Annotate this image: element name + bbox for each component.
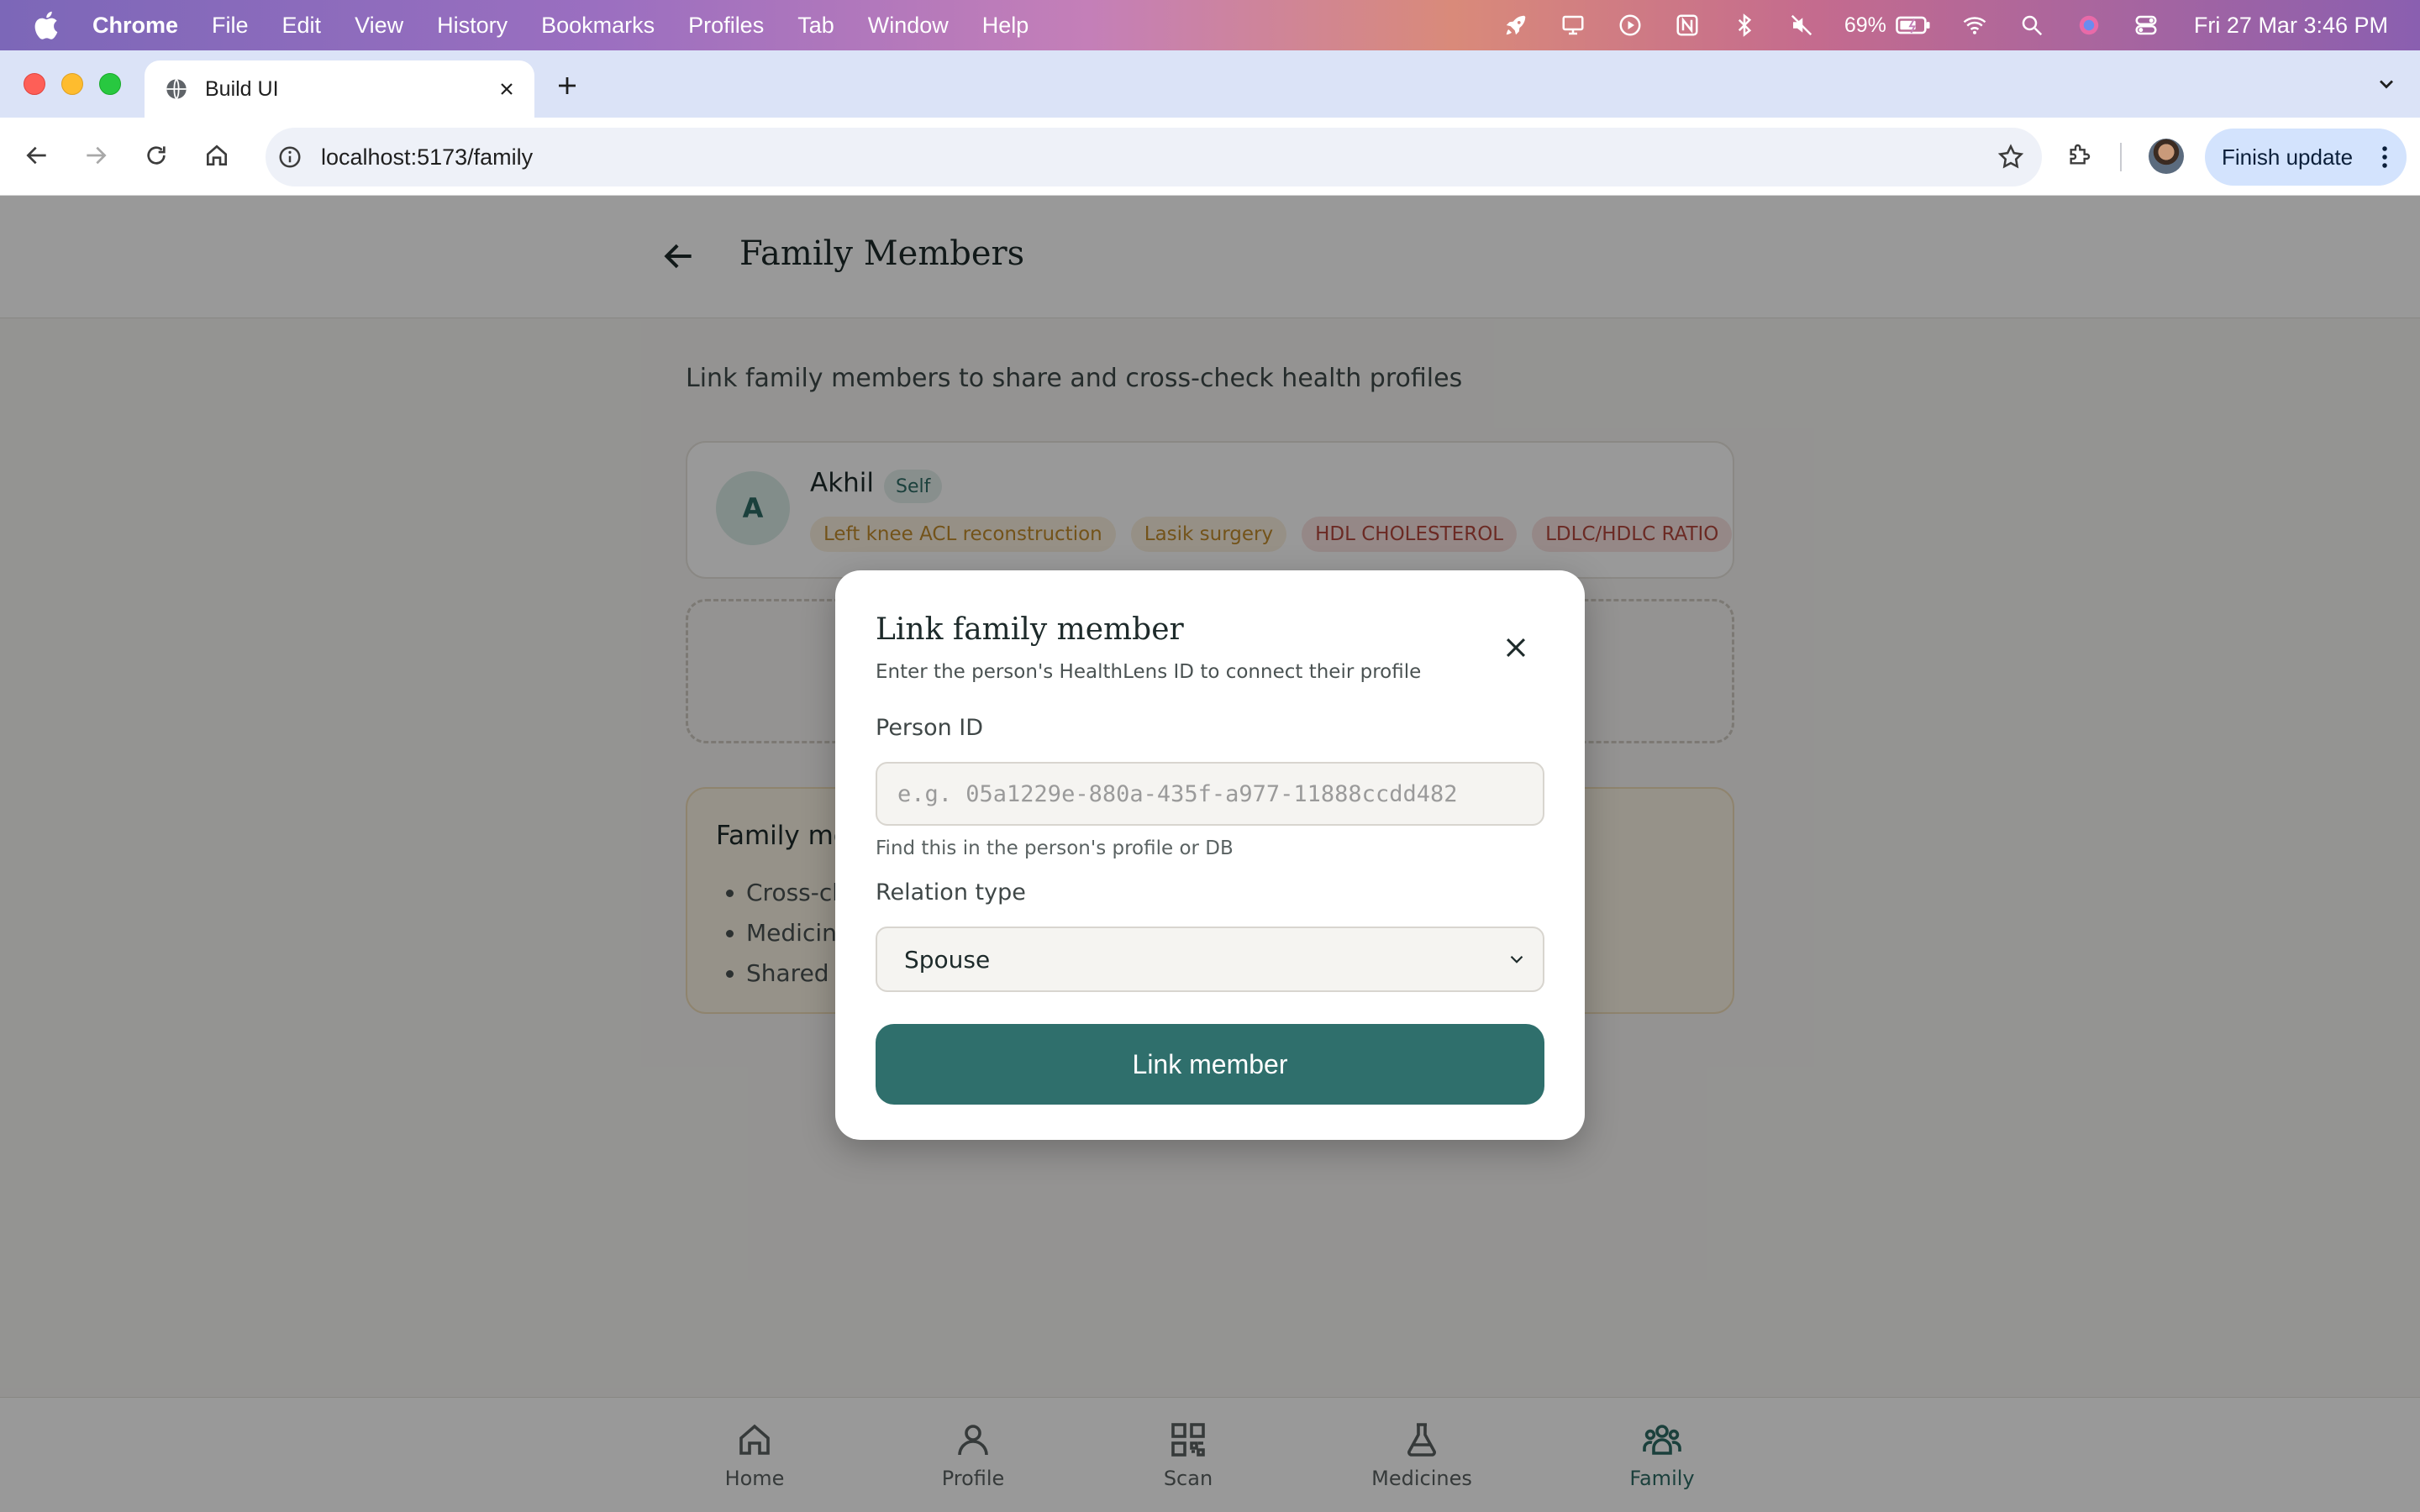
dialog-title: Link family member [876,612,1184,647]
menubar-clock[interactable]: Fri 27 Mar 3:46 PM [2194,13,2388,39]
link-member-button[interactable]: Link member [876,1024,1544,1105]
browser-tab-active[interactable]: Build UI [145,60,534,118]
menu-profiles[interactable]: Profiles [688,13,764,39]
browser-profile-avatar[interactable] [2149,139,2184,174]
kebab-menu-icon[interactable] [2376,140,2393,174]
globe-icon [166,78,187,100]
display-icon[interactable] [1559,11,1587,39]
spotlight-search-icon[interactable] [2018,11,2046,39]
window-zoom-button[interactable] [99,73,121,95]
relation-type-value: Spouse [904,945,991,974]
menu-view[interactable]: View [355,13,403,39]
siri-icon[interactable] [2075,11,2103,39]
browser-tab-strip: Build UI [0,50,2420,118]
wifi-icon[interactable] [1960,11,1989,39]
menu-app-name[interactable]: Chrome [92,13,178,39]
chevron-down-icon [1510,955,1523,963]
close-icon[interactable] [1497,629,1534,666]
finish-update-button[interactable]: Finish update [2205,129,2407,186]
bookmark-star-icon[interactable] [1996,143,2025,171]
person-id-input[interactable] [876,762,1544,826]
menu-edit[interactable]: Edit [282,13,322,39]
person-id-hint: Find this in the person's profile or DB [876,837,1234,859]
url-text[interactable]: localhost:5173/family [321,144,1996,171]
tab-title: Build UI [205,76,279,101]
toolbar-divider [2120,143,2122,171]
new-tab-icon[interactable] [550,69,584,102]
finish-update-label: Finish update [2222,144,2354,170]
notion-icon[interactable] [1673,11,1702,39]
site-info-icon[interactable] [277,144,302,170]
menu-help[interactable]: Help [982,13,1029,39]
rocket-icon[interactable] [1502,11,1530,39]
home-nav-icon[interactable] [198,137,235,174]
browser-toolbar: localhost:5173/family Finish update [0,118,2420,196]
battery-percent: 69% [1844,13,1886,37]
person-id-label: Person ID [876,715,984,741]
link-member-dialog: Link family member Enter the person's He… [835,570,1585,1140]
menu-tab[interactable]: Tab [797,13,834,39]
speaker-muted-icon[interactable] [1787,11,1816,39]
extensions-puzzle-icon[interactable] [2060,137,2097,174]
reload-icon[interactable] [138,137,175,174]
battery-icon[interactable] [1895,11,1932,39]
play-circle-icon[interactable] [1616,11,1644,39]
forward-nav-icon[interactable] [77,137,114,174]
menu-history[interactable]: History [437,13,508,39]
back-nav-icon[interactable] [18,137,55,174]
window-close-button[interactable] [24,73,45,95]
bluetooth-icon[interactable] [1730,11,1759,39]
dialog-subtitle: Enter the person's HealthLens ID to conn… [876,661,1422,683]
window-minimize-button[interactable] [61,73,83,95]
page-viewport: Family Members Link family members to sh… [0,196,2420,1512]
relation-type-select[interactable]: Spouse [876,927,1544,992]
macos-menu-bar: Chrome File Edit View History Bookmarks … [0,0,2420,50]
apple-logo-icon[interactable] [34,11,59,39]
tab-search-chevron-icon[interactable] [2368,66,2405,102]
control-center-icon[interactable] [2132,11,2160,39]
relation-type-label: Relation type [876,879,1026,906]
menu-file[interactable]: File [212,13,249,39]
status-area: 69% Fri 27 Mar 3:46 PM [1502,0,2420,50]
menu-bookmarks[interactable]: Bookmarks [541,13,655,39]
tab-close-icon[interactable] [494,76,519,102]
address-bar[interactable]: localhost:5173/family [266,128,2042,186]
menu-window[interactable]: Window [868,13,949,39]
